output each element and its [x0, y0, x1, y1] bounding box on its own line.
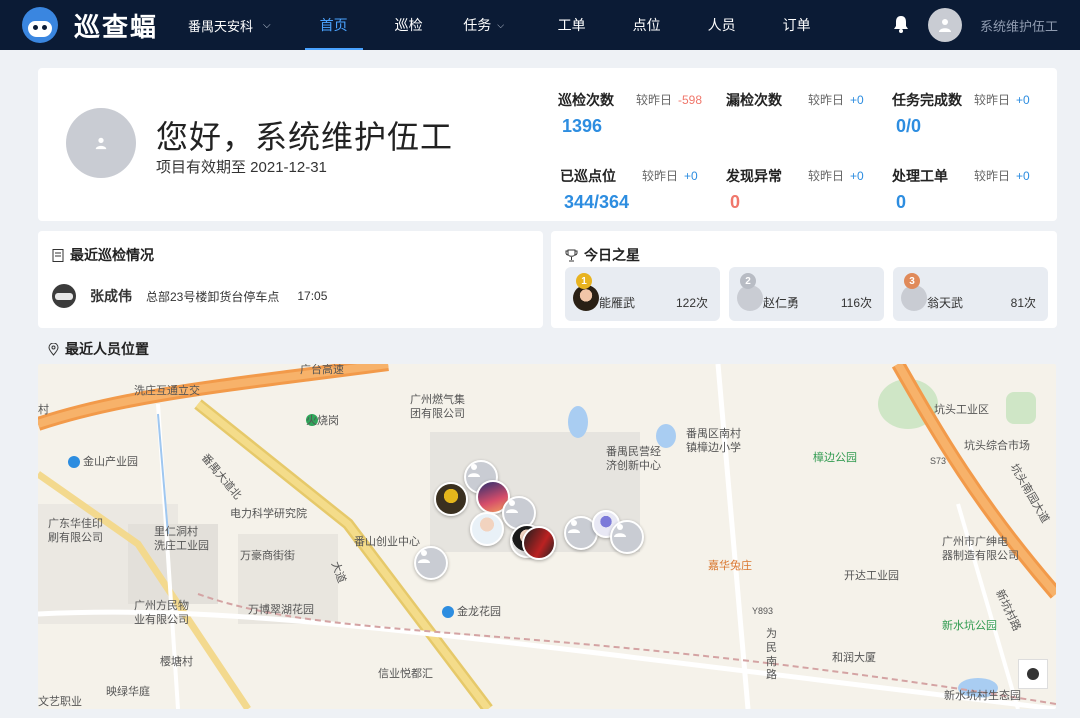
top-navbar: 巡查蝠 番禺天安科 ⌵ 首页 巡检 任务 ⌵ 工单 点位 人员 订单 系统维护伍工: [0, 0, 1080, 50]
recent-inspection-title: 最近巡检情况: [52, 245, 154, 265]
star-item[interactable]: 3 翁天武 81次: [893, 267, 1048, 321]
map-label: 广州市广绅电 器制造有限公司: [942, 536, 1019, 562]
stat-value: 344/364: [564, 192, 630, 212]
stat-compare: 较昨日 +0: [808, 93, 864, 107]
map-label: S73: [930, 456, 947, 466]
bell-icon[interactable]: [891, 14, 911, 34]
map-label: 广东华佳印 刷有限公司: [48, 518, 103, 544]
today-stars-card: 今日之星 1 能雁武 122次 2 赵仁勇 116次 3 翁天武 81次: [551, 231, 1057, 328]
map-label: 洗庄互通立交: [134, 385, 200, 397]
app-logo[interactable]: 巡查蝠: [22, 7, 158, 44]
person-pin[interactable]: [522, 526, 556, 560]
stat-compare: 较昨日 +0: [808, 169, 864, 183]
user-name[interactable]: 系统维护伍工: [980, 16, 1058, 35]
map-label: 金山产业园: [68, 456, 138, 470]
map-label: 电力科学研究院: [230, 508, 307, 520]
list-item[interactable]: 张成伟 总部23号楼卸货台停车点 17:05: [52, 284, 327, 308]
building-icon: [442, 606, 454, 619]
welcome-card: 您好，系统维护伍工 项目有效期至 2021-12-31 巡检次数 较昨日 -598…: [38, 68, 1057, 221]
stat-value: 0/0: [896, 116, 922, 136]
avatar: [573, 285, 599, 311]
map-label: 万博翠湖花园: [248, 604, 314, 616]
recent-inspection-card: 最近巡检情况 张成伟 总部23号楼卸货台停车点 17:05: [38, 231, 543, 328]
location-pin-icon: [48, 342, 59, 356]
bat-logo-icon: [22, 7, 58, 43]
map-label: 万豪商街街: [240, 550, 295, 562]
nav-home[interactable]: 首页: [304, 0, 363, 50]
medal-icon: 2: [740, 273, 756, 289]
locate-button[interactable]: [1018, 659, 1048, 689]
person-pin[interactable]: [434, 482, 468, 516]
avatar: [737, 285, 763, 311]
chevron-down-icon: ⌵: [263, 19, 271, 31]
person-pin[interactable]: [470, 512, 504, 546]
stat-compare: 较昨日 -598: [636, 93, 703, 107]
map-label: 广州方民物 业有限公司: [134, 600, 189, 626]
nav-personnel[interactable]: 人员: [693, 0, 751, 50]
expiry-text: 项目有效期至 2021-12-31: [156, 159, 327, 176]
map-label: 新水坑村生态园: [944, 690, 1021, 702]
nav-tasks[interactable]: 任务 ⌵: [455, 0, 513, 50]
star-item[interactable]: 1 能雁武 122次: [565, 267, 720, 321]
project-name: 番禺天安科: [188, 18, 254, 34]
map-label: 广州燃气集 团有限公司: [410, 394, 465, 420]
stat-value: 0: [730, 192, 741, 212]
medal-icon: 3: [904, 273, 920, 289]
personnel-map[interactable]: 广台高速 洗庄互通立交 广州燃气集 团有限公司 火烧岗 番禺大道北 金山产业园 …: [38, 364, 1056, 709]
map-label: 信业悦都汇: [378, 668, 433, 680]
personnel-location-title: 最近人员位置: [48, 339, 149, 359]
stat-compare: 较昨日 +0: [974, 169, 1030, 183]
map-label: 坑头工业区: [934, 404, 989, 416]
map-label: Y893: [752, 606, 774, 616]
building-icon: [68, 456, 80, 469]
map-label: 新水坑公园: [942, 620, 997, 632]
map-label: 文艺职业: [38, 696, 82, 708]
nav-inspection[interactable]: 巡检: [380, 0, 438, 50]
profile-avatar: [66, 108, 136, 178]
person-pin[interactable]: [610, 520, 644, 554]
map-label: 村: [38, 404, 49, 416]
person-pin[interactable]: [414, 546, 448, 580]
greeting-text: 您好，系统维护伍工: [156, 119, 454, 155]
stat-value: 0: [896, 192, 907, 212]
project-selector[interactable]: 番禺天安科 ⌵: [188, 16, 271, 35]
map-label: 火烧岗: [306, 415, 339, 427]
star-item[interactable]: 2 赵仁勇 116次: [729, 267, 884, 321]
map-label: 为民南路: [766, 628, 777, 682]
document-icon: [52, 248, 64, 262]
main-nav: 首页 巡检 任务 ⌵ 工单 点位 人员 订单: [304, 0, 826, 50]
nav-orders[interactable]: 订单: [768, 0, 826, 50]
map-label: 里仁洞村 洗庄工业园: [154, 526, 209, 552]
medal-icon: 1: [576, 273, 592, 289]
chevron-down-icon: ⌵: [497, 19, 505, 30]
map-label: 和润大厦: [832, 652, 876, 664]
map-label: 映绿华庭: [106, 686, 150, 698]
avatar: [901, 285, 927, 311]
map-label: 樟边公园: [813, 452, 857, 464]
today-stars-title: 今日之星: [565, 245, 640, 265]
map-label: 广台高速: [300, 364, 344, 376]
nav-work-orders[interactable]: 工单: [543, 0, 601, 50]
map-label: 开达工业园: [844, 570, 899, 582]
map-label: 嘉华兔庄: [708, 560, 752, 572]
stat-compare: 较昨日 +0: [642, 169, 698, 183]
stat-value: 1396: [562, 116, 603, 136]
nav-points[interactable]: 点位: [618, 0, 676, 50]
avatar: [52, 284, 76, 308]
stat-compare: 较昨日 +0: [974, 93, 1030, 107]
map-label: 番山创业中心: [354, 536, 420, 548]
app-name: 巡查蝠: [74, 11, 159, 42]
user-avatar[interactable]: [928, 8, 962, 42]
map-label: 番禺区南村 镇樟边小学: [686, 428, 741, 454]
map-label: 番禺民营经 济创新中心: [606, 446, 661, 472]
map-label: 樱塘村: [160, 656, 193, 668]
trophy-icon: [565, 249, 578, 261]
map-label: 金龙花园: [442, 606, 501, 620]
map-label: 坑头综合市场: [964, 440, 1030, 452]
